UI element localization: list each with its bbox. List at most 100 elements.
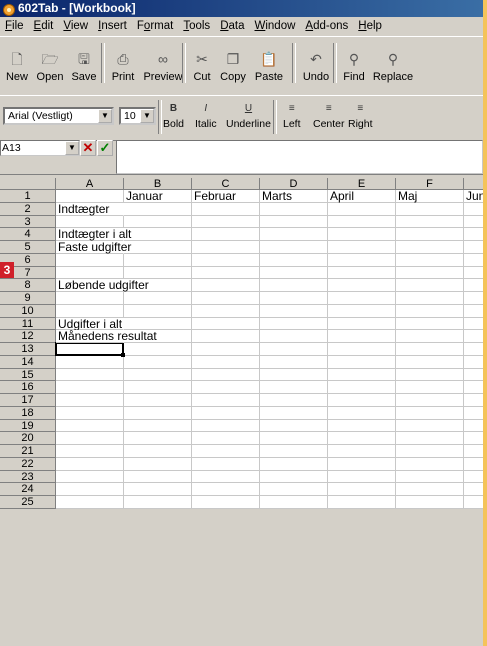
cell-d17[interactable] xyxy=(260,394,328,407)
cell-c14[interactable] xyxy=(192,355,260,369)
cell-e22[interactable] xyxy=(328,457,396,471)
cell-c5[interactable] xyxy=(192,241,260,254)
cut-button[interactable]: ✂ Cut xyxy=(189,41,215,87)
row-header-21[interactable]: 21 xyxy=(0,445,56,458)
cell-a16[interactable] xyxy=(56,381,124,394)
cell-f1[interactable]: Maj xyxy=(396,190,464,203)
find-button[interactable]: ⚲ Find xyxy=(340,41,368,87)
row-header-9[interactable]: 9 xyxy=(0,292,56,305)
italic-button[interactable]: I Italic xyxy=(195,102,217,130)
cell-f8[interactable] xyxy=(396,279,464,292)
cell-d24[interactable] xyxy=(260,483,328,496)
row-header-19[interactable]: 19 xyxy=(0,419,56,433)
cell-e11[interactable] xyxy=(328,317,396,331)
cell-a25[interactable] xyxy=(56,496,124,509)
cell-d5[interactable] xyxy=(260,241,328,254)
align-left-button[interactable]: ≡ Left xyxy=(283,102,301,130)
cell-b24[interactable] xyxy=(124,483,192,496)
cell-e19[interactable] xyxy=(328,419,396,433)
cell-g11[interactable] xyxy=(464,317,483,331)
cell-b2[interactable] xyxy=(124,202,192,216)
cell-e25[interactable] xyxy=(328,496,396,509)
cell-a23[interactable] xyxy=(56,470,124,484)
cell-g10[interactable] xyxy=(464,304,483,318)
menu-insert[interactable]: Insert xyxy=(93,17,132,35)
cell-c7[interactable] xyxy=(192,266,260,280)
cell-a18[interactable] xyxy=(56,406,124,420)
cell-b4[interactable] xyxy=(124,228,192,241)
cell-f10[interactable] xyxy=(396,304,464,318)
formula-input[interactable] xyxy=(116,140,483,174)
cell-g21[interactable] xyxy=(464,445,483,458)
cell-f22[interactable] xyxy=(396,457,464,471)
cell-c20[interactable] xyxy=(192,432,260,445)
cell-d1[interactable]: Marts xyxy=(260,190,328,203)
cell-e10[interactable] xyxy=(328,304,396,318)
cell-c12[interactable] xyxy=(192,330,260,343)
cell-e20[interactable] xyxy=(328,432,396,445)
row-header-23[interactable]: 23 xyxy=(0,470,56,484)
align-right-button[interactable]: ≡ Right xyxy=(348,102,373,130)
cell-b6[interactable] xyxy=(124,253,192,267)
cell-f11[interactable] xyxy=(396,317,464,331)
preview-button[interactable]: ∞ Preview xyxy=(143,41,182,87)
cell-d11[interactable] xyxy=(260,317,328,331)
cell-f15[interactable] xyxy=(396,368,464,382)
cell-g16[interactable] xyxy=(464,381,483,394)
row-header-14[interactable]: 14 xyxy=(0,355,56,369)
cell-g15[interactable] xyxy=(464,368,483,382)
save-button[interactable]: 🖫 Save xyxy=(68,41,100,87)
row-header-8[interactable]: 8 xyxy=(0,279,56,292)
menu-format[interactable]: Format xyxy=(132,17,178,35)
cell-e17[interactable] xyxy=(328,394,396,407)
cell-g4[interactable] xyxy=(464,228,483,241)
open-button[interactable]: 🗁 Open xyxy=(35,41,65,87)
row-header-2[interactable]: 2 xyxy=(0,202,56,216)
cell-d23[interactable] xyxy=(260,470,328,484)
cell-f18[interactable] xyxy=(396,406,464,420)
cell-c1[interactable]: Februar xyxy=(192,190,260,203)
cell-c4[interactable] xyxy=(192,228,260,241)
cell-a14[interactable] xyxy=(56,355,124,369)
cell-c13[interactable] xyxy=(192,343,260,356)
row-header-22[interactable]: 22 xyxy=(0,457,56,471)
cell-b1[interactable]: Januar xyxy=(124,190,192,203)
row-header-17[interactable]: 17 xyxy=(0,394,56,407)
cell-g17[interactable] xyxy=(464,394,483,407)
cell-g9[interactable] xyxy=(464,292,483,305)
cell-d6[interactable] xyxy=(260,253,328,267)
row-header-18[interactable]: 18 xyxy=(0,406,56,420)
menu-add-ons[interactable]: Add-ons xyxy=(300,17,353,35)
cell-d19[interactable] xyxy=(260,419,328,433)
cell-f4[interactable] xyxy=(396,228,464,241)
copy-button[interactable]: ❐ Copy xyxy=(219,41,247,87)
row-header-1[interactable]: 1 xyxy=(0,190,56,203)
cell-a5[interactable]: Faste udgifter xyxy=(56,241,131,254)
cell-c25[interactable] xyxy=(192,496,260,509)
cell-b9[interactable] xyxy=(124,292,192,305)
cell-f21[interactable] xyxy=(396,445,464,458)
row-header-10[interactable]: 10 xyxy=(0,304,56,318)
align-center-button[interactable]: ≡ Center xyxy=(313,102,345,130)
cancel-edit-icon[interactable]: ✕ xyxy=(80,140,96,156)
cell-e9[interactable] xyxy=(328,292,396,305)
cell-c19[interactable] xyxy=(192,419,260,433)
cell-a2[interactable]: Indtægter xyxy=(56,202,124,216)
row-header-11[interactable]: 11 xyxy=(0,317,56,331)
cell-d14[interactable] xyxy=(260,355,328,369)
cell-g3[interactable] xyxy=(464,215,483,229)
cell-b5[interactable] xyxy=(124,241,192,254)
cell-c2[interactable] xyxy=(192,202,260,216)
cell-g13[interactable] xyxy=(464,343,483,356)
cell-g23[interactable] xyxy=(464,470,483,484)
cell-e23[interactable] xyxy=(328,470,396,484)
font-select[interactable]: Arial (Vestligt) ▼ xyxy=(3,107,114,125)
cell-e4[interactable] xyxy=(328,228,396,241)
font-dropdown-arrow-icon[interactable]: ▼ xyxy=(98,109,112,123)
cell-reference-dropdown-arrow-icon[interactable]: ▼ xyxy=(65,141,79,155)
cell-a1[interactable] xyxy=(56,190,124,203)
cell-f13[interactable] xyxy=(396,343,464,356)
cell-c8[interactable] xyxy=(192,279,260,292)
menu-edit[interactable]: Edit xyxy=(29,17,59,35)
cell-f2[interactable] xyxy=(396,202,464,216)
